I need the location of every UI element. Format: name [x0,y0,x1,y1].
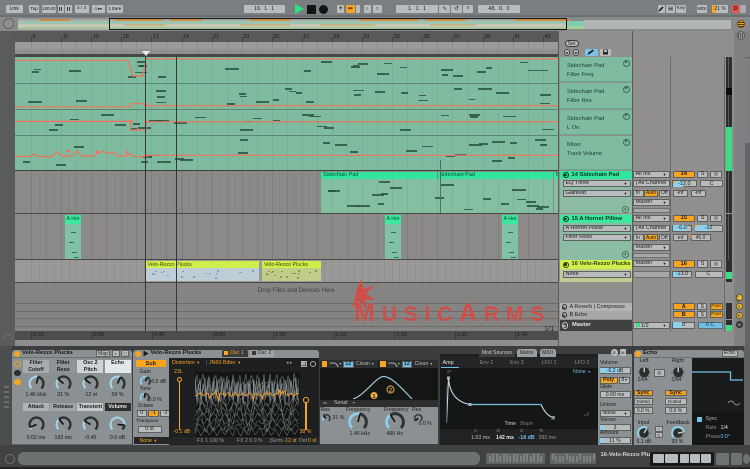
svg-text:MUSICARMS: MUSICARMS [354,299,551,327]
svg-text:2: 2 [389,388,392,394]
